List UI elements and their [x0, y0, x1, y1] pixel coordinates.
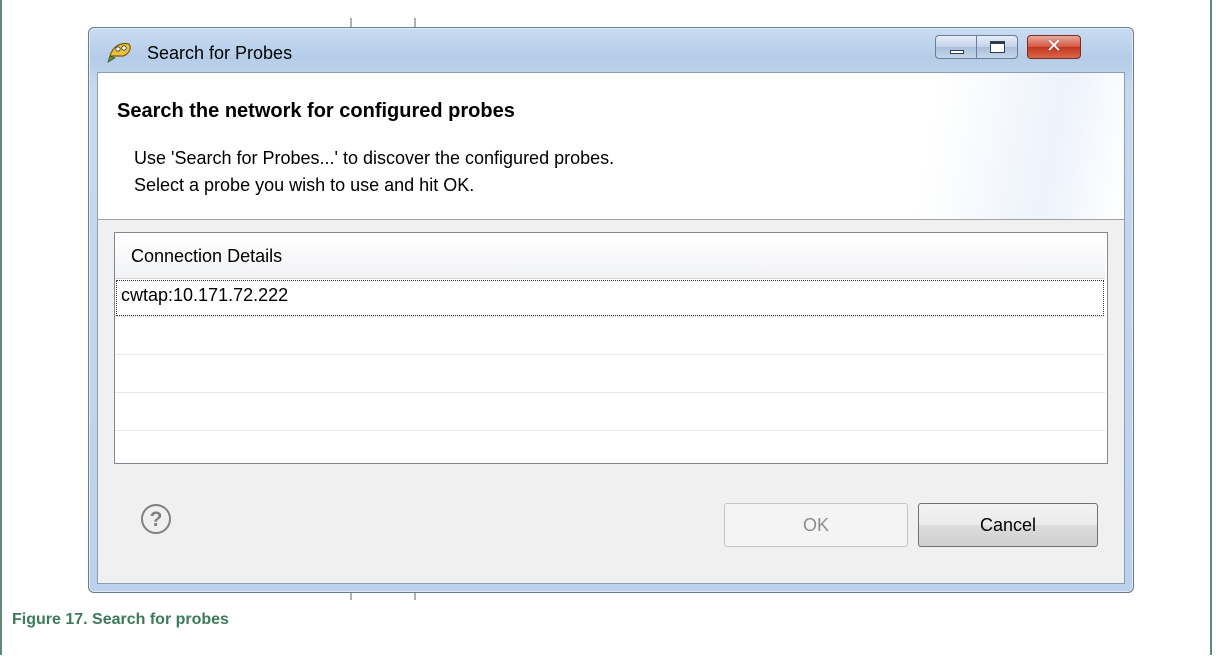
table-row[interactable]: cwtap:10.171.72.222 — [115, 279, 1105, 317]
table-row[interactable] — [115, 393, 1105, 431]
column-header-connection-details[interactable]: Connection Details — [115, 233, 1105, 279]
column-header-label: Connection Details — [131, 246, 283, 266]
figure-caption: Figure 17. Search for probes — [12, 611, 229, 628]
instruction-line: Select a probe you wish to use and hit O… — [134, 175, 475, 195]
table-row[interactable] — [115, 317, 1105, 355]
help-icon[interactable]: ? — [141, 504, 171, 534]
cancel-button[interactable]: Cancel — [918, 503, 1098, 547]
ok-button[interactable]: OK — [724, 503, 908, 547]
maximize-icon — [990, 41, 1005, 53]
title-bar[interactable]: Search for Probes ✕ — [89, 28, 1133, 72]
maximize-button[interactable] — [976, 35, 1018, 59]
search-for-probes-dialog: Search for Probes ✕ Search the network f… — [88, 27, 1134, 593]
window-title: Search for Probes — [147, 43, 293, 63]
minimize-button[interactable] — [935, 35, 977, 59]
close-button[interactable]: ✕ — [1027, 35, 1081, 59]
probe-connection: cwtap:10.171.72.222 — [121, 285, 289, 305]
dialog-heading: Search the network for configured probes — [117, 100, 515, 122]
minimize-icon — [950, 50, 964, 54]
dialog-body: Search the network for configured probes… — [97, 72, 1125, 584]
close-icon: ✕ — [1046, 36, 1062, 57]
probe-table[interactable]: Connection Details cwtap:10.171.72.222 — [114, 232, 1108, 464]
instruction-line: Use 'Search for Probes...' to discover t… — [134, 148, 615, 168]
table-row[interactable] — [115, 355, 1105, 393]
app-icon — [107, 42, 131, 63]
dialog-header: Search the network for configured probes… — [98, 73, 1124, 220]
